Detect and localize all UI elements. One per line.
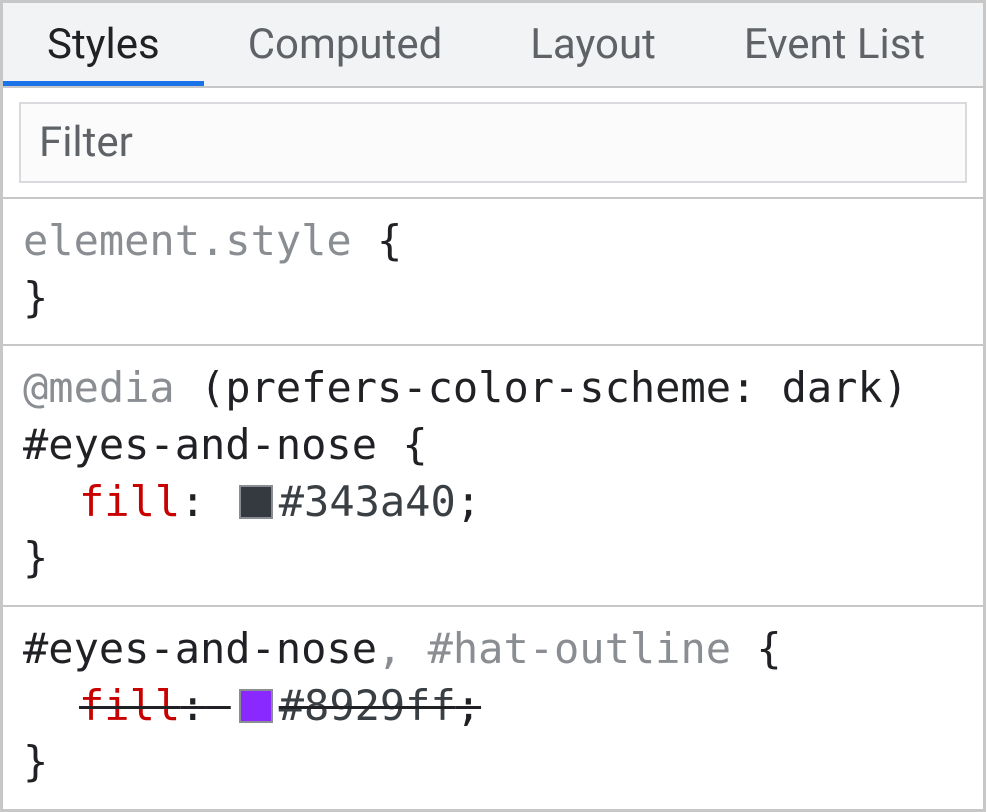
devtools-tabbar: Styles Computed Layout Event List	[3, 3, 983, 88]
tab-layout[interactable]: Layout	[486, 3, 700, 86]
color-swatch-icon[interactable]	[239, 485, 273, 519]
close-brace: }	[23, 737, 48, 786]
color-swatch-icon[interactable]	[239, 689, 273, 723]
filter-row	[3, 88, 983, 199]
selector-separator: ,	[377, 624, 428, 673]
open-brace: {	[402, 420, 427, 469]
property-value[interactable]: #8929ff	[279, 681, 456, 730]
declaration-overridden[interactable]: fill: #8929ff;	[23, 678, 963, 735]
at-rule-condition: (prefers-color-scheme: dark)	[200, 363, 908, 412]
rule-media-dark[interactable]: @media (prefers-color-scheme: dark) #eye…	[3, 346, 983, 607]
rule-element-style[interactable]: element.style { }	[3, 199, 983, 346]
styles-filter-input[interactable]	[19, 102, 967, 183]
selector[interactable]: #eyes-and-nose	[23, 420, 377, 469]
rule-base[interactable]: #eyes-and-nose, #hat-outline { fill: #89…	[3, 607, 983, 809]
property-name[interactable]: fill	[79, 477, 180, 526]
property-name[interactable]: fill	[79, 681, 180, 730]
selector-inactive[interactable]: #hat-outline	[428, 624, 731, 673]
close-brace: }	[23, 533, 48, 582]
property-value[interactable]: #343a40	[279, 477, 456, 526]
tab-styles[interactable]: Styles	[3, 3, 204, 86]
styles-panel: Styles Computed Layout Event List elemen…	[0, 0, 986, 812]
selector[interactable]: element.style	[23, 216, 352, 265]
close-brace: }	[23, 273, 48, 322]
declaration[interactable]: fill: #343a40;	[23, 474, 963, 531]
at-rule-keyword: @media	[23, 363, 175, 412]
open-brace: {	[756, 624, 781, 673]
selector-active[interactable]: #eyes-and-nose	[23, 624, 377, 673]
tab-computed[interactable]: Computed	[204, 3, 487, 86]
tab-event-listeners[interactable]: Event List	[700, 3, 925, 86]
